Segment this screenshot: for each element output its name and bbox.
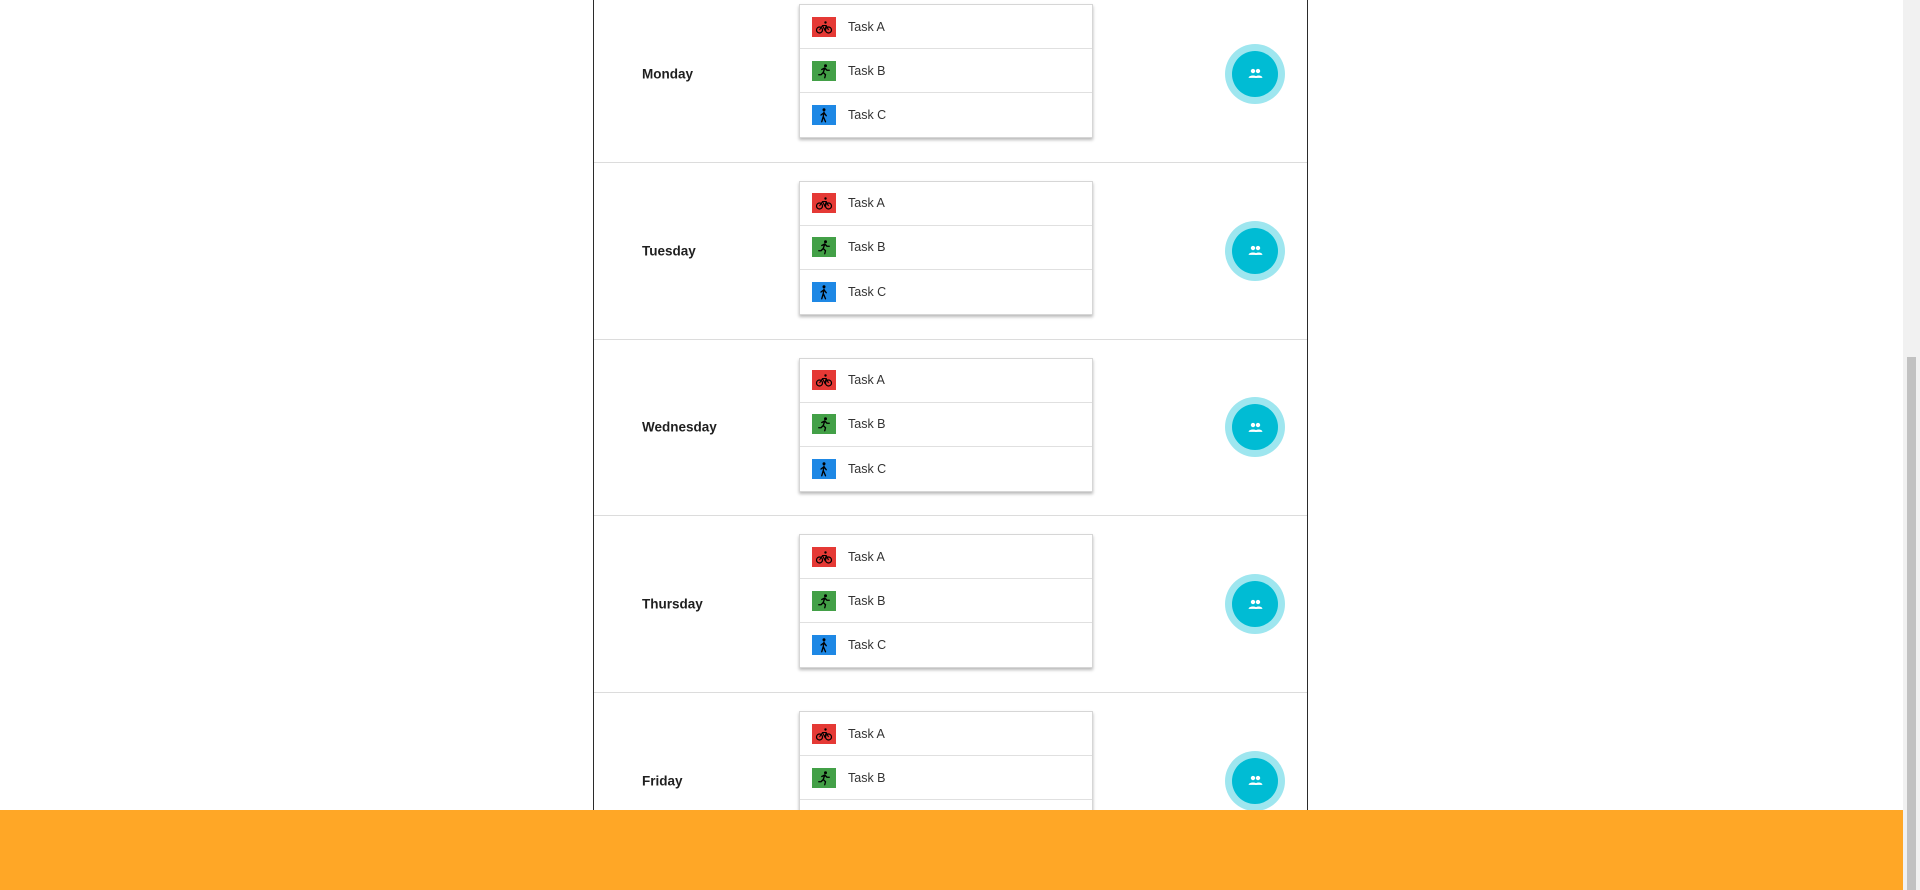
task-item[interactable]: Task A <box>800 359 1092 403</box>
run-icon <box>812 414 836 434</box>
task-list: Task A Task B Task C <box>799 4 1093 138</box>
team-button[interactable] <box>1225 397 1285 458</box>
bike-icon <box>812 546 836 567</box>
day-row-tuesday: Tuesday Task A Task B Task C <box>594 163 1307 340</box>
walk-icon <box>812 281 836 302</box>
walk-icon <box>812 635 836 656</box>
task-label: Task B <box>848 417 886 431</box>
day-label: Friday <box>642 773 683 789</box>
bike-icon <box>812 193 836 214</box>
task-list: Task A Task B Task C <box>799 357 1093 492</box>
scrollbar-thumb[interactable] <box>1907 357 1916 890</box>
day-label: Thursday <box>642 596 703 612</box>
task-item[interactable]: Task C <box>800 270 1092 314</box>
team-button[interactable] <box>1225 43 1285 104</box>
page-viewport: Monday Task A Task B Task C Tuesday Task A Tas… <box>0 0 1903 810</box>
day-label: Monday <box>642 66 694 82</box>
task-item[interactable]: Task A <box>800 5 1092 49</box>
task-item[interactable]: Task A <box>800 535 1092 580</box>
task-list: Task A Task B Task C <box>799 534 1093 669</box>
task-item[interactable]: Task C <box>800 800 1092 810</box>
walk-icon <box>812 105 836 125</box>
task-label: Task B <box>848 593 886 608</box>
task-item[interactable]: Task A <box>800 712 1092 756</box>
day-row-thursday: Thursday Task A Task B Task C <box>594 516 1307 693</box>
walk-icon <box>812 458 836 479</box>
schedule-panel: Monday Task A Task B Task C Tuesday Task A Tas… <box>593 0 1308 810</box>
task-item[interactable]: Task B <box>800 756 1092 800</box>
run-icon <box>812 237 836 258</box>
people-icon <box>1232 50 1278 97</box>
task-label: Task C <box>848 284 887 299</box>
task-item[interactable]: Task A <box>800 182 1092 226</box>
task-item[interactable]: Task B <box>800 403 1092 447</box>
vertical-scrollbar[interactable] <box>1903 0 1920 890</box>
task-label: Task A <box>848 373 885 387</box>
team-button[interactable] <box>1225 574 1285 635</box>
task-item[interactable]: Task B <box>800 49 1092 93</box>
team-button[interactable] <box>1225 750 1285 810</box>
day-row-monday: Monday Task A Task B Task C <box>594 0 1307 163</box>
task-label: Task A <box>848 196 885 211</box>
task-item[interactable]: Task C <box>800 447 1092 491</box>
task-label: Task B <box>848 240 886 255</box>
task-label: Task C <box>848 108 887 122</box>
bike-icon <box>812 370 836 390</box>
people-icon <box>1232 227 1278 274</box>
footer-bar <box>0 810 1903 890</box>
run-icon <box>812 60 836 81</box>
task-label: Task A <box>848 549 885 564</box>
task-item[interactable]: Task C <box>800 93 1092 137</box>
task-list: Task A Task B Task C <box>799 180 1093 315</box>
task-list: Task A Task B Task C <box>799 711 1093 810</box>
task-label: Task B <box>848 63 886 78</box>
task-label: Task A <box>848 726 885 741</box>
task-item[interactable]: Task B <box>800 579 1092 624</box>
task-label: Task C <box>848 461 887 476</box>
bike-icon <box>812 16 836 37</box>
run-icon <box>812 590 836 611</box>
task-label: Task C <box>848 638 887 653</box>
day-label: Tuesday <box>642 243 696 259</box>
task-item[interactable]: Task B <box>800 226 1092 270</box>
people-icon <box>1232 581 1278 628</box>
run-icon <box>812 767 836 788</box>
task-label: Task B <box>848 770 886 785</box>
bike-icon <box>812 723 836 744</box>
people-icon <box>1232 757 1278 804</box>
task-item[interactable]: Task C <box>800 623 1092 667</box>
people-icon <box>1232 404 1278 451</box>
day-label: Wednesday <box>642 419 717 435</box>
team-button[interactable] <box>1225 220 1285 281</box>
day-row-friday: Friday Task A Task B Task C <box>594 693 1307 810</box>
day-row-wednesday: Wednesday Task A Task B Task C <box>594 340 1307 517</box>
task-label: Task A <box>848 19 885 34</box>
